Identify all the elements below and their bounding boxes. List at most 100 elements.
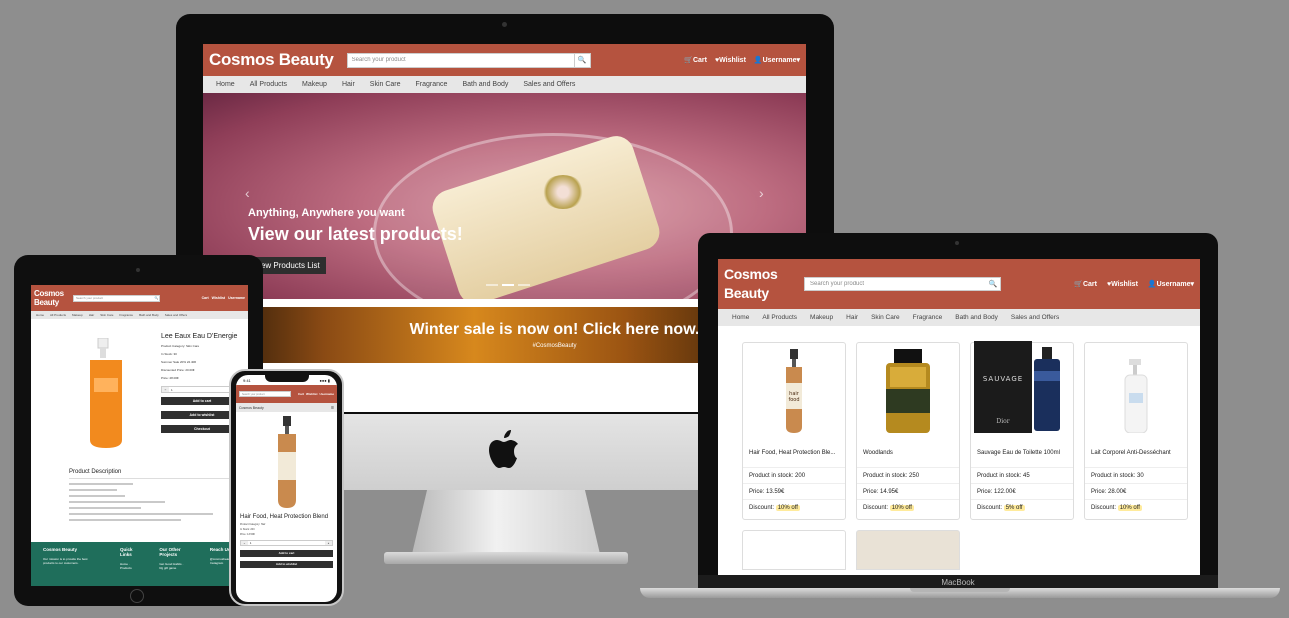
add-to-cart-button[interactable]: Add to cart [240,550,333,557]
search-input[interactable]: Search your product 🔍 [346,52,591,68]
search-input[interactable]: Search your product 🔍 [73,294,160,302]
user-menu[interactable]: Username [228,296,245,300]
hero-image-bow [541,175,585,209]
nav-sales-and-offers[interactable]: Sales and Offers [1011,314,1059,321]
nav-skin-care[interactable]: Skin Care [370,81,401,88]
nav-hair[interactable]: Hair [89,313,95,317]
quantity-value[interactable]: 1 [169,388,235,392]
discount-badge: 5% off [1003,505,1025,511]
nav-skin-care[interactable]: Skin Care [100,313,113,317]
cart-icon: 🛒 [684,57,693,64]
nav-skin-care[interactable]: Skin Care [871,314,900,321]
nav-home[interactable]: Home [36,313,44,317]
product-card[interactable] [742,530,846,570]
product-discounted-price: Discounted Price: 20.00€ [161,368,195,372]
plus-icon[interactable]: + [325,541,332,545]
nav-sales-and-offers[interactable]: Sales and Offers [165,313,187,317]
nav-fragrance[interactable]: Fragrance [119,313,133,317]
search-icon[interactable]: 🔍 [986,278,1000,290]
nav-makeup[interactable]: Makeup [810,314,833,321]
nav-home[interactable]: Home [732,314,749,321]
ipad-device: Cosmos Beauty Search your product 🔍 Cart… [14,255,263,606]
quantity-stepper[interactable]: −1+ [240,540,333,546]
brand-logo[interactable]: Cosmos Beauty [724,265,804,303]
macbook-navbar: Cosmos Beauty Search your product 🔍 🛒 Car… [718,259,1200,309]
carousel-dot[interactable] [518,284,530,286]
cart-icon: 🛒 [1074,281,1083,288]
nav-home[interactable]: Home [216,81,235,88]
search-icon[interactable]: 🔍 [573,53,590,67]
nav-fragrance[interactable]: Fragrance [913,314,943,321]
product-image [1085,343,1187,439]
wishlist-link[interactable]: Wishlist [306,392,317,396]
product-name[interactable]: Sauvage Eau de Toilette 100ml [971,439,1073,468]
product-image [857,343,959,439]
iphone-brand-bar: Cosmos Beauty ☰ [236,403,337,412]
product-price: Price: 122.00€ [971,484,1073,500]
add-to-wishlist-button[interactable]: Add to wishlist [240,561,333,568]
cart-link[interactable]: Cart [298,392,304,396]
nav-fragrance[interactable]: Fragrance [416,81,448,88]
macbook-device: Cosmos Beauty Search your product 🔍 🛒 Car… [698,233,1218,589]
search-input[interactable]: Search your product [239,391,291,397]
minus-icon[interactable]: − [162,387,169,392]
product-card[interactable] [856,530,960,570]
brand-logo[interactable]: Cosmos Beauty [209,50,334,70]
chevron-down-icon: ▾ [796,57,800,64]
search-input[interactable]: Search your product 🔍 [804,277,1001,291]
carousel-next-icon[interactable]: › [759,185,764,201]
brand-logo[interactable]: Cosmos Beauty [34,289,70,307]
search-icon[interactable]: 🔍 [154,296,159,301]
nav-all-products[interactable]: All Products [762,314,797,321]
nav-makeup[interactable]: Makeup [302,81,327,88]
product-card[interactable]: hair food Hair Food, Heat Protection Ble.… [742,342,846,520]
hamburger-menu-icon[interactable]: ☰ [331,406,334,410]
discount-badge: 10% off [1117,505,1142,511]
user-menu[interactable]: 👤 Username ▾ [1148,280,1194,289]
ipad-home-button [130,589,144,603]
wishlist-link[interactable]: ♥ Wishlist [715,56,746,64]
user-menu[interactable]: 👤 Username ▾ [754,56,800,65]
cart-link[interactable]: 🛒 Cart [1074,280,1097,289]
nav-hair[interactable]: Hair [342,81,355,88]
nav-bath-and-body[interactable]: Bath and Body [139,313,159,317]
cart-link[interactable]: Cart [202,296,209,300]
product-card[interactable]: Lait Corporel Anti-Desséchant Product in… [1084,342,1188,520]
category-nav: Home All Products Makeup Hair Skin Care … [718,309,1200,326]
imac-navbar: Cosmos Beauty Search your product 🔍 🛒 Car… [203,44,806,76]
nav-bath-and-body[interactable]: Bath and Body [462,81,508,88]
macbook-label: MacBook [941,577,975,587]
user-menu[interactable]: Username [319,392,334,396]
product-card[interactable]: SAUVAGE Dior Sauvage Eau de Toilette 100m… [970,341,1074,520]
carousel-indicators [486,284,530,286]
description-line [69,507,141,509]
minus-icon[interactable]: − [241,541,248,545]
nav-makeup[interactable]: Makeup [72,313,83,317]
svg-text:SAUVAGE: SAUVAGE [983,375,1023,383]
carousel-dot[interactable] [486,284,498,286]
nav-all-products[interactable]: All Products [250,81,287,88]
wishlist-link[interactable]: ♥ Wishlist [1107,280,1138,288]
brand-logo[interactable]: Cosmos Beauty [239,406,264,410]
apple-logo-icon [489,430,518,468]
footer-column: Quick Links Home · Products [119,547,133,570]
wishlist-link[interactable]: Wishlist [212,296,225,300]
carousel-dot-active[interactable] [502,284,514,286]
header-links: Cart Wishlist Username [298,392,334,396]
description-line [69,519,181,521]
description-heading: Product Description [69,469,229,479]
nav-bath-and-body[interactable]: Bath and Body [955,314,998,321]
nav-all-products[interactable]: All Products [50,313,66,317]
quantity-value[interactable]: 1 [248,542,325,545]
search-placeholder: Search your product [810,281,865,287]
imac-camera [502,22,507,27]
product-name[interactable]: Hair Food, Heat Protection Ble... [743,439,845,468]
carousel-prev-icon[interactable]: ‹ [245,185,250,201]
product-card[interactable]: Woodlands Product in stock: 250 Price: 1… [856,342,960,520]
cart-link[interactable]: 🛒 Cart [684,56,707,65]
sale-hashtag: #CosmosBeauty [532,343,577,349]
nav-sales-and-offers[interactable]: Sales and Offers [523,81,575,88]
product-name[interactable]: Woodlands [857,439,959,468]
product-name[interactable]: Lait Corporel Anti-Desséchant [1085,439,1187,468]
nav-hair[interactable]: Hair [846,314,858,321]
